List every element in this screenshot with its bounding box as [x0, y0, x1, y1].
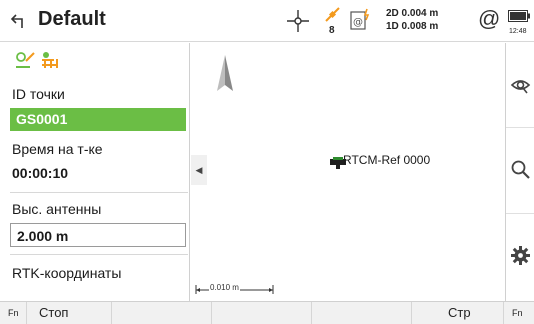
rtk-link-icon[interactable]: @ — [350, 8, 372, 32]
time-on-point-value: 00:00:10 — [12, 165, 69, 181]
crosshair-icon[interactable] — [286, 9, 310, 33]
time-on-point-label: Время на т-ке — [12, 141, 103, 157]
fn-left-key[interactable]: Fn — [8, 302, 19, 324]
back-icon[interactable] — [10, 12, 28, 30]
point-id-field[interactable]: GS0001 — [10, 108, 186, 131]
scale-label: 0.010 m — [209, 283, 240, 292]
title-bar: Default 8 @ 2D 0.004 m 1D 0.008 m @ 12:4… — [0, 0, 534, 42]
eye-icon — [510, 80, 531, 94]
point-id-label: ID точки — [12, 86, 65, 102]
antenna-height-input[interactable]: 2.000 m — [10, 223, 186, 247]
collapse-panel-button[interactable]: ◀ — [191, 155, 207, 185]
softkey-bar: Fn Стоп Стр Fn — [0, 301, 534, 324]
measure-panel: ID точки GS0001 Время на т-ке 00:00:10 В… — [0, 43, 190, 301]
at-icon[interactable]: @ — [478, 6, 500, 32]
north-arrow-icon — [217, 55, 233, 91]
settings-button[interactable] — [506, 215, 534, 300]
search-icon — [511, 160, 530, 179]
gear-icon — [511, 246, 530, 265]
rtk-coordinates-label: RTK-координаты — [12, 265, 122, 281]
divider — [10, 192, 188, 193]
precision-1d: 1D 0.008 m — [386, 21, 439, 32]
fn-right-key[interactable]: Fn — [512, 302, 523, 324]
view-toggle-button[interactable] — [506, 43, 534, 128]
tool-rail — [505, 43, 534, 301]
base-station-label: RTCM-Ref 0000 — [343, 153, 431, 167]
precision-2d: 2D 0.004 m — [386, 8, 439, 19]
battery-icon[interactable] — [508, 10, 530, 22]
antenna-height-label: Выс. антенны — [12, 201, 102, 217]
svg-text:@: @ — [353, 17, 363, 28]
satellite-count: 8 — [329, 25, 335, 36]
clock: 12:48 — [509, 28, 527, 35]
softkey-empty-3[interactable] — [212, 302, 312, 324]
measure-mode-icon[interactable] — [14, 49, 74, 71]
stop-button[interactable]: Стоп — [26, 302, 112, 324]
satellite-icon[interactable] — [324, 6, 342, 24]
zoom-button[interactable] — [506, 129, 534, 214]
softkey-empty-2[interactable] — [112, 302, 212, 324]
app-title: Default — [38, 8, 106, 30]
softkey-empty-4[interactable] — [312, 302, 412, 324]
divider — [10, 254, 188, 255]
page-button[interactable]: Стр — [412, 302, 504, 324]
map-view[interactable]: ◀ RTCM-Ref 0000 0.010 m — [191, 43, 505, 301]
